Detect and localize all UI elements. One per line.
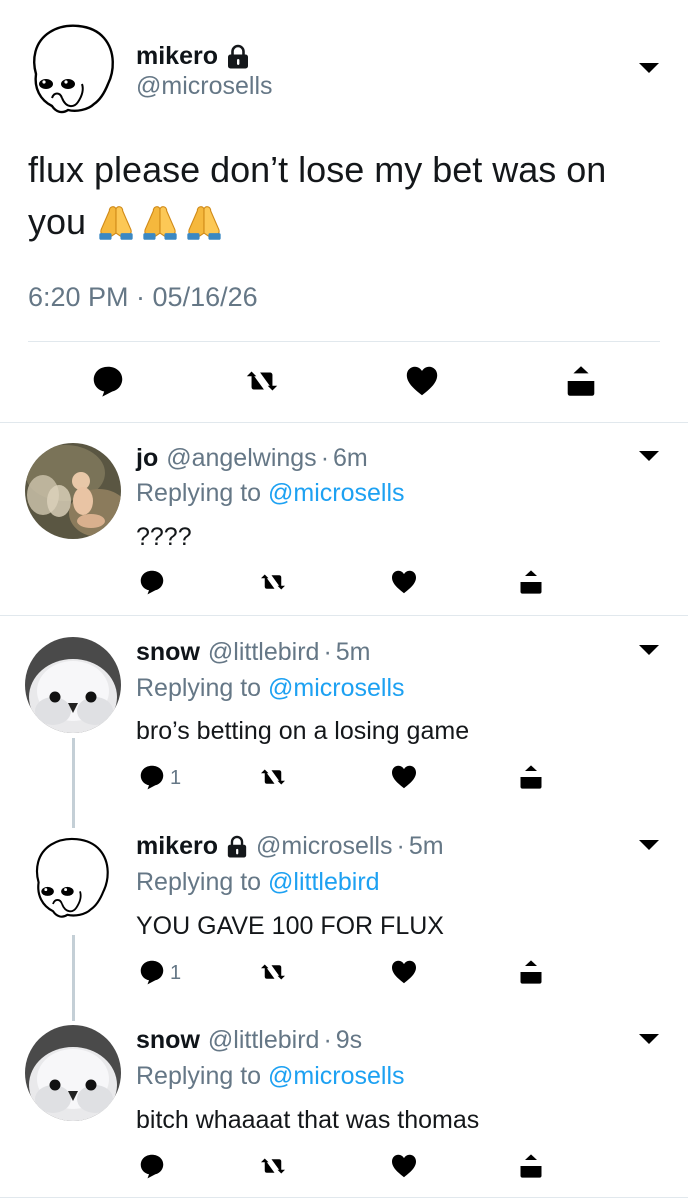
reply-icon[interactable] (137, 762, 167, 792)
retweet-icon[interactable] (258, 567, 288, 597)
reply-text: ???? (136, 523, 192, 551)
divider (28, 341, 660, 342)
share-icon[interactable] (562, 362, 600, 400)
separator-dot: · (323, 1026, 332, 1054)
like-icon[interactable] (389, 1151, 419, 1181)
chevron-down-icon[interactable] (636, 448, 662, 464)
author-name[interactable]: snow (136, 638, 200, 667)
reply-timestamp[interactable]: 5m (336, 638, 371, 667)
chevron-down-icon[interactable] (636, 1031, 662, 1047)
replying-to: Replying to @microsells (136, 674, 405, 703)
like-icon[interactable] (389, 567, 419, 597)
tweet-text: flux please don’t lose my bet was on you (28, 144, 648, 248)
author-name[interactable]: mikero (136, 42, 250, 71)
author-handle[interactable]: @microsells (256, 832, 393, 861)
thread-line (72, 738, 75, 828)
share-icon[interactable] (516, 567, 546, 597)
thread-line (72, 935, 75, 1021)
share-icon[interactable] (516, 957, 546, 987)
reply-timestamp[interactable]: 5m (409, 832, 444, 861)
author-name[interactable]: jo (136, 444, 158, 473)
retweet-icon[interactable] (243, 362, 281, 400)
reply-text: YOU GAVE 100 FOR FLUX (136, 912, 444, 940)
chevron-down-icon[interactable] (636, 642, 662, 658)
reply-header: jo @angelwings · 6m (136, 444, 368, 473)
reply-icon[interactable] (89, 362, 127, 400)
tweet-text-line-1: flux please don’t lose my bet was on (28, 149, 607, 190)
retweet-icon[interactable] (258, 957, 288, 987)
praying-hands-emoji (96, 202, 224, 242)
replying-to-label: Replying to (136, 674, 262, 702)
reply-icon[interactable] (137, 957, 167, 987)
replying-to-label: Replying to (136, 868, 262, 896)
replying-to-mention[interactable]: @microsells (268, 674, 405, 702)
author-handle[interactable]: @microsells (136, 72, 273, 101)
chevron-down-icon[interactable] (636, 837, 662, 853)
replying-to-label: Replying to (136, 479, 262, 507)
divider (0, 615, 688, 616)
like-icon[interactable] (403, 362, 441, 400)
chevron-down-icon[interactable] (636, 60, 662, 76)
white-chick-avatar[interactable] (25, 1025, 121, 1121)
replying-to-mention[interactable]: @microsells (268, 1062, 405, 1090)
reply-header: snow @littlebird · 9s (136, 1026, 362, 1055)
reply-text: bitch whaaaat that was thomas (136, 1106, 480, 1134)
fairy-painting-avatar[interactable] (25, 443, 121, 539)
sketch-face-avatar[interactable] (22, 18, 122, 118)
like-icon[interactable] (389, 762, 419, 792)
tweet-timestamp[interactable]: 6:20 PM · 05/16/26 (28, 282, 258, 313)
white-chick-avatar[interactable] (25, 637, 121, 733)
retweet-icon[interactable] (258, 1151, 288, 1181)
reply-timestamp[interactable]: 6m (333, 444, 368, 473)
retweet-icon[interactable] (258, 762, 288, 792)
lock-icon (226, 835, 248, 859)
separator-dot: · (323, 638, 332, 666)
reply-count: 1 (170, 962, 182, 984)
reply-text: bro’s betting on a losing game (136, 717, 470, 745)
separator-dot: · (396, 832, 405, 860)
reply-count: 1 (170, 767, 182, 789)
divider (0, 1197, 688, 1198)
author-handle[interactable]: @littlebird (208, 1026, 320, 1055)
reply-header: mikero @microsells · 5m (136, 832, 444, 861)
replying-to-label: Replying to (136, 1062, 262, 1090)
reply-timestamp[interactable]: 9s (336, 1026, 362, 1055)
share-icon[interactable] (516, 762, 546, 792)
author-handle[interactable]: @angelwings (166, 444, 316, 473)
share-icon[interactable] (516, 1151, 546, 1181)
reply-icon[interactable] (137, 1151, 167, 1181)
separator-dot: · (320, 444, 330, 472)
tweet-text-line-2: you (28, 201, 87, 242)
author-name[interactable]: snow (136, 1026, 200, 1055)
author-handle[interactable]: @littlebird (208, 638, 320, 667)
author-name[interactable]: mikero (136, 832, 218, 861)
divider (0, 422, 688, 423)
replying-to: Replying to @microsells (136, 479, 405, 508)
like-icon[interactable] (389, 957, 419, 987)
replying-to-mention[interactable]: @microsells (268, 479, 405, 507)
lock-icon (226, 44, 250, 70)
replying-to-mention[interactable]: @littlebird (268, 868, 380, 896)
reply-header: snow @littlebird · 5m (136, 638, 371, 667)
replying-to: Replying to @littlebird (136, 868, 380, 897)
reply-icon[interactable] (137, 567, 167, 597)
replying-to: Replying to @microsells (136, 1062, 405, 1091)
sketch-face-avatar[interactable] (26, 832, 116, 922)
author-name-text[interactable]: mikero (136, 42, 218, 71)
